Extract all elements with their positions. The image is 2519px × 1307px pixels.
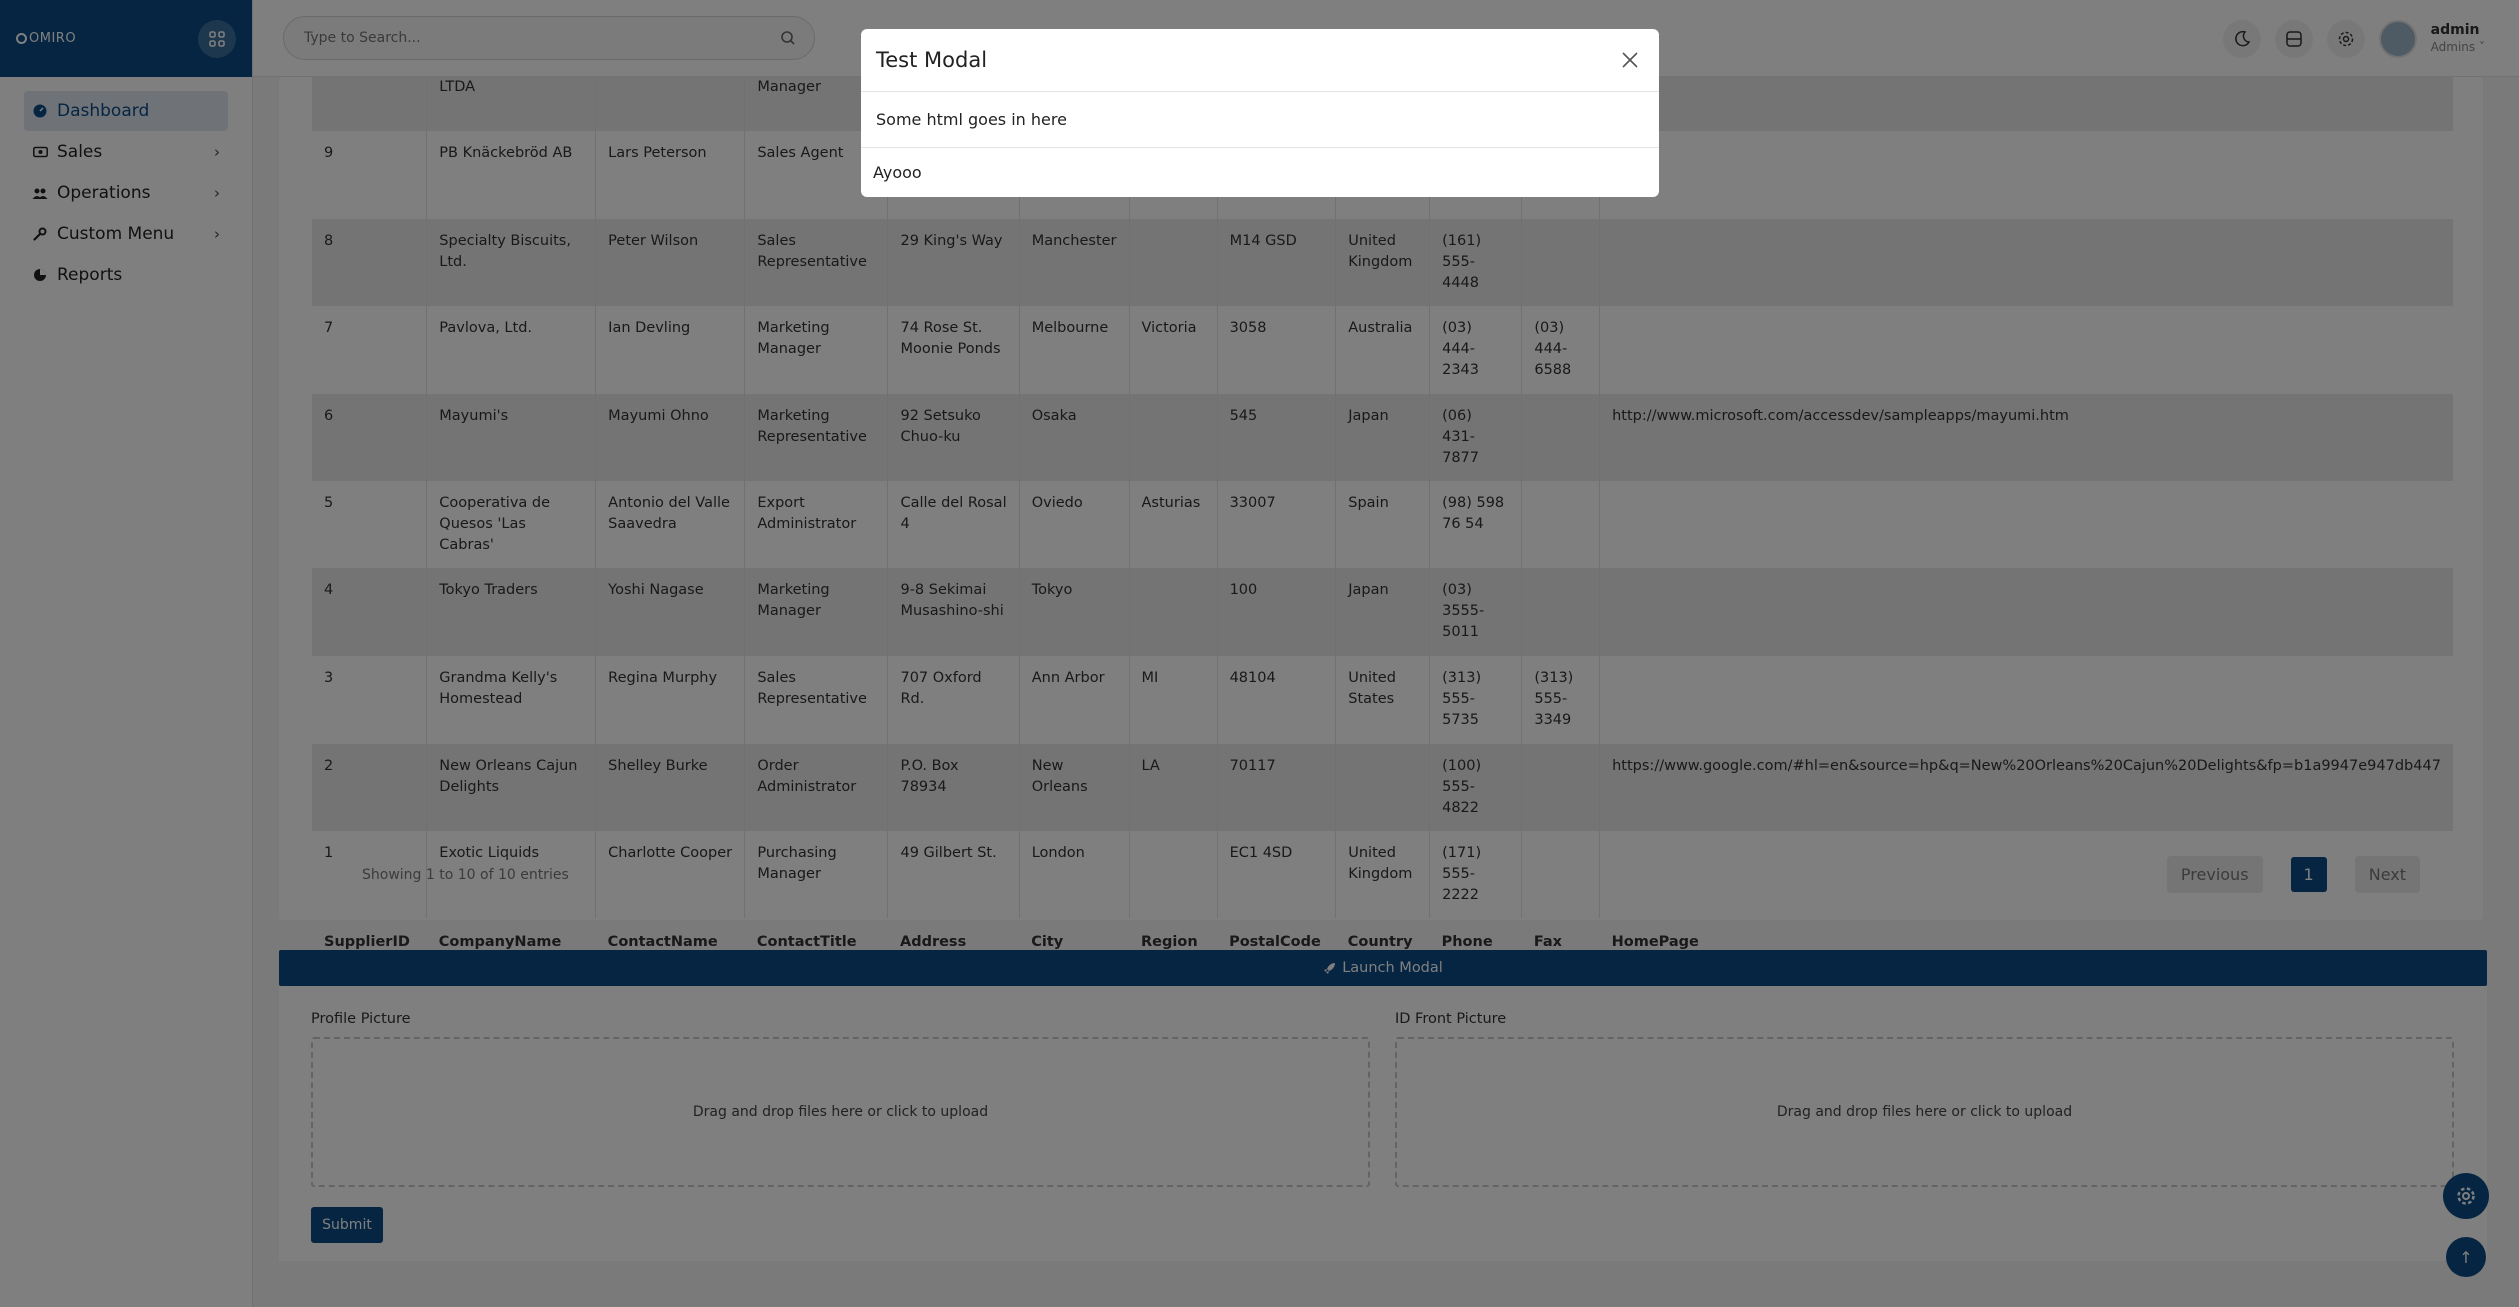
test-modal: Test Modal Some html goes in here Ayooo (861, 29, 1659, 197)
close-icon (1622, 52, 1638, 68)
modal-title: Test Modal (876, 48, 988, 72)
modal-header: Test Modal (861, 29, 1659, 92)
close-button[interactable] (1616, 46, 1644, 74)
modal-body: Some html goes in here (861, 92, 1659, 148)
modal-footer: Ayooo (873, 162, 922, 182)
